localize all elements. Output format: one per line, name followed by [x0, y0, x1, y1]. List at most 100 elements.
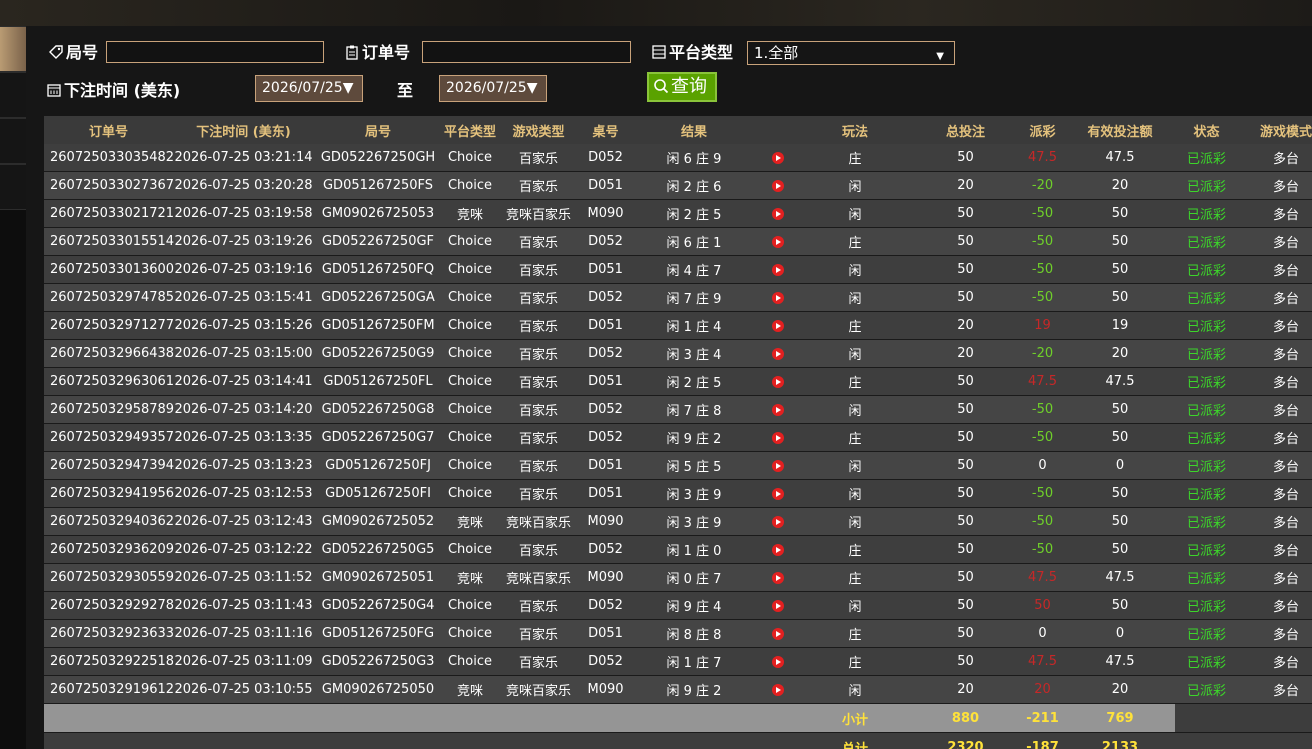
play-video-icon[interactable]: [771, 683, 784, 696]
play-video-icon[interactable]: [771, 515, 784, 528]
col-header-game[interactable]: 游戏类型: [498, 116, 579, 144]
col-header-result[interactable]: 结果: [632, 116, 756, 144]
play-video-icon[interactable]: [771, 291, 784, 304]
play-video-icon[interactable]: [771, 207, 784, 220]
col-header-order[interactable]: 订单号: [44, 116, 173, 144]
col-header-mode[interactable]: 游戏模式: [1238, 116, 1312, 144]
col-header-valid[interactable]: 有效投注额: [1065, 116, 1175, 144]
date-to-picker[interactable]: 2026/07/25▼: [439, 75, 547, 102]
left-nav-tab[interactable]: [0, 118, 26, 164]
play-video-icon[interactable]: [771, 319, 784, 332]
order-cell[interactable]: 260725032947394: [44, 451, 174, 480]
order-cell[interactable]: 260725033021721: [44, 199, 174, 228]
video-cell[interactable]: [756, 563, 799, 592]
play-video-icon[interactable]: [771, 151, 784, 164]
video-cell[interactable]: [756, 311, 799, 340]
order-cell[interactable]: 260725033015514: [44, 227, 174, 256]
col-header-table[interactable]: 桌号: [579, 116, 632, 144]
table-row[interactable]: 260725033015514 2026-07-25 03:19:26 GD0522…: [44, 227, 1312, 256]
video-cell[interactable]: [756, 591, 799, 620]
video-cell[interactable]: [756, 507, 799, 536]
order-cell[interactable]: 260725033035482: [44, 144, 174, 172]
col-header-payout[interactable]: 派彩: [1020, 116, 1065, 144]
col-header-time[interactable]: 下注时间 (美东): [173, 116, 314, 144]
video-cell[interactable]: [756, 423, 799, 452]
video-cell[interactable]: [756, 451, 799, 480]
order-cell[interactable]: 260725032963061: [44, 367, 174, 396]
order-cell[interactable]: 260725032930559: [44, 563, 174, 592]
order-cell[interactable]: 260725032974785: [44, 283, 174, 312]
play-video-icon[interactable]: [771, 599, 784, 612]
video-cell[interactable]: [756, 255, 799, 284]
video-cell[interactable]: [756, 675, 799, 704]
play-video-icon[interactable]: [771, 571, 784, 584]
play-video-icon[interactable]: [771, 263, 784, 276]
left-nav-tab-active[interactable]: [0, 26, 26, 72]
order-cell[interactable]: 260725033027367: [44, 171, 174, 200]
col-header-round[interactable]: 局号: [314, 116, 442, 144]
play-video-icon[interactable]: [771, 627, 784, 640]
table-row[interactable]: 260725032949357 2026-07-25 03:13:35 GD0522…: [44, 423, 1312, 452]
table-row[interactable]: 260725032941956 2026-07-25 03:12:53 GD0512…: [44, 479, 1312, 508]
video-cell[interactable]: [756, 144, 799, 172]
table-row[interactable]: 260725032974785 2026-07-25 03:15:41 GD0522…: [44, 283, 1312, 312]
order-cell[interactable]: 260725032966438: [44, 339, 174, 368]
col-header-bet[interactable]: 总投注: [911, 116, 1020, 144]
table-row[interactable]: 260725032936209 2026-07-25 03:12:22 GD0522…: [44, 535, 1312, 564]
video-cell[interactable]: [756, 619, 799, 648]
col-header-status[interactable]: 状态: [1175, 116, 1238, 144]
table-row[interactable]: 260725032958789 2026-07-25 03:14:20 GD0522…: [44, 395, 1312, 424]
left-nav-tab[interactable]: [0, 164, 26, 210]
order-cell[interactable]: 260725032929278: [44, 591, 174, 620]
order-cell[interactable]: 260725032940362: [44, 507, 174, 536]
table-row[interactable]: 260725032963061 2026-07-25 03:14:41 GD0512…: [44, 367, 1312, 396]
date-from-picker[interactable]: 2026/07/25▼: [255, 75, 363, 102]
table-row[interactable]: 260725032966438 2026-07-25 03:15:00 GD0522…: [44, 339, 1312, 368]
col-header-play[interactable]: 玩法: [799, 116, 911, 144]
query-button[interactable]: 查询: [647, 72, 717, 102]
col-header-platform[interactable]: 平台类型: [442, 116, 498, 144]
play-video-icon[interactable]: [771, 375, 784, 388]
left-nav-tab[interactable]: [0, 72, 26, 118]
video-cell[interactable]: [756, 479, 799, 508]
order-cell[interactable]: 260725032971277: [44, 311, 174, 340]
play-video-icon[interactable]: [771, 403, 784, 416]
video-cell[interactable]: [756, 339, 799, 368]
table-row[interactable]: 260725033035482 2026-07-25 03:21:14 GD0522…: [44, 144, 1312, 172]
video-cell[interactable]: [756, 535, 799, 564]
video-cell[interactable]: [756, 199, 799, 228]
order-cell[interactable]: 260725032919612: [44, 675, 174, 704]
play-video-icon[interactable]: [771, 179, 784, 192]
table-row[interactable]: 260725032923633 2026-07-25 03:11:16 GD0512…: [44, 619, 1312, 648]
play-video-icon[interactable]: [771, 655, 784, 668]
table-row[interactable]: 260725033027367 2026-07-25 03:20:28 GD0512…: [44, 171, 1312, 200]
order-cell[interactable]: 260725033013600: [44, 255, 174, 284]
order-cell[interactable]: 260725032941956: [44, 479, 174, 508]
table-row[interactable]: 260725033021721 2026-07-25 03:19:58 GM0902…: [44, 199, 1312, 228]
play-video-icon[interactable]: [771, 235, 784, 248]
order-cell[interactable]: 260725032923633: [44, 619, 174, 648]
play-video-icon[interactable]: [771, 487, 784, 500]
table-row[interactable]: 260725032922518 2026-07-25 03:11:09 GD0522…: [44, 647, 1312, 676]
round-input[interactable]: [106, 41, 324, 63]
table-row[interactable]: 260725032971277 2026-07-25 03:15:26 GD0512…: [44, 311, 1312, 340]
table-row[interactable]: 260725032940362 2026-07-25 03:12:43 GM0902…: [44, 507, 1312, 536]
play-video-icon[interactable]: [771, 459, 784, 472]
play-video-icon[interactable]: [771, 431, 784, 444]
video-cell[interactable]: [756, 283, 799, 312]
order-cell[interactable]: 260725032922518: [44, 647, 174, 676]
order-cell[interactable]: 260725032949357: [44, 423, 174, 452]
video-cell[interactable]: [756, 647, 799, 676]
table-row[interactable]: 260725032930559 2026-07-25 03:11:52 GM0902…: [44, 563, 1312, 592]
table-row[interactable]: 260725032929278 2026-07-25 03:11:43 GD0522…: [44, 591, 1312, 620]
play-video-icon[interactable]: [771, 543, 784, 556]
order-cell[interactable]: 260725032936209: [44, 535, 174, 564]
table-row[interactable]: 260725032919612 2026-07-25 03:10:55 GM0902…: [44, 675, 1312, 704]
video-cell[interactable]: [756, 395, 799, 424]
order-cell[interactable]: 260725032958789: [44, 395, 174, 424]
play-video-icon[interactable]: [771, 347, 784, 360]
orders-table-container[interactable]: 订单号 下注时间 (美东) 局号 平台类型 游戏类型 桌号 结果 玩法 总投注 …: [44, 116, 1312, 749]
video-cell[interactable]: [756, 367, 799, 396]
order-input[interactable]: [422, 41, 631, 63]
video-cell[interactable]: [756, 171, 799, 200]
